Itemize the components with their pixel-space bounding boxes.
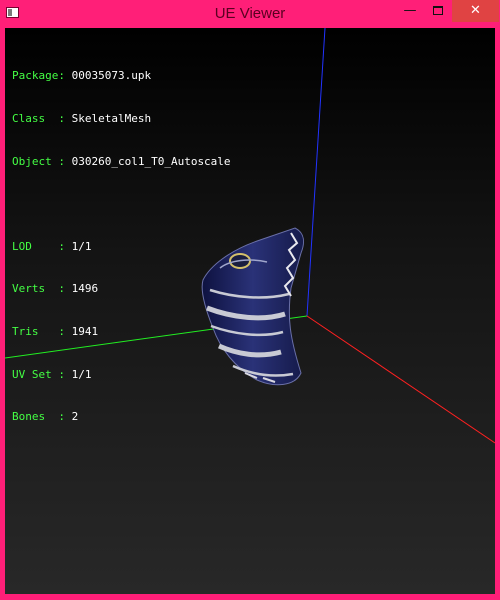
info-row-tris: Tris : 1941 bbox=[12, 325, 231, 339]
info-value-verts: 1496 bbox=[71, 282, 99, 296]
close-button[interactable]: ✕ bbox=[452, 0, 499, 22]
z-axis bbox=[306, 28, 326, 317]
info-row-package: Package: 00035073.upk bbox=[12, 69, 231, 83]
info-value-bones: 2 bbox=[71, 410, 79, 424]
minimize-button[interactable]: — bbox=[395, 0, 425, 22]
info-key-object: Object : bbox=[12, 154, 65, 168]
info-key-lod: LOD : bbox=[12, 239, 65, 253]
info-key-class: Class : bbox=[12, 112, 65, 125]
info-value-class: SkeletalMesh bbox=[71, 112, 152, 125]
mesh-info-overlay: Package: 00035073.upk Class : SkeletalMe… bbox=[12, 41, 231, 453]
info-row-verts: Verts : 1496 bbox=[12, 282, 231, 296]
info-key-verts: Verts : bbox=[12, 282, 65, 296]
info-key-tris: Tris : bbox=[12, 324, 65, 338]
info-key-bones: Bones : bbox=[12, 410, 65, 424]
maximize-button[interactable] bbox=[425, 0, 452, 22]
info-value-tris: 1941 bbox=[71, 324, 99, 338]
title-bar[interactable]: UE Viewer — ✕ bbox=[0, 0, 500, 28]
info-value-uvset: 1/1 bbox=[71, 367, 92, 381]
info-row-uvset: UV Set : 1/1 bbox=[12, 368, 231, 382]
info-key-uvset: UV Set : bbox=[12, 367, 65, 381]
info-value-object: 030260_col1_T0_Autoscale bbox=[71, 154, 231, 168]
info-value-package: 00035073.upk bbox=[71, 69, 152, 83]
info-row-class: Class : SkeletalMesh bbox=[12, 112, 231, 126]
info-key-package: Package: bbox=[12, 69, 65, 83]
info-row-bones: Bones : 2 bbox=[12, 410, 231, 424]
app-window: UE Viewer — ✕ Package: 00035073.upk Clas… bbox=[0, 0, 500, 600]
x-axis bbox=[306, 315, 495, 444]
info-value-lod: 1/1 bbox=[71, 239, 92, 253]
3d-viewport[interactable]: Package: 00035073.upk Class : SkeletalMe… bbox=[5, 28, 495, 594]
info-row-object: Object : 030260_col1_T0_Autoscale bbox=[12, 155, 231, 169]
maximize-icon bbox=[433, 6, 443, 15]
info-row-lod: LOD : 1/1 bbox=[12, 240, 231, 254]
